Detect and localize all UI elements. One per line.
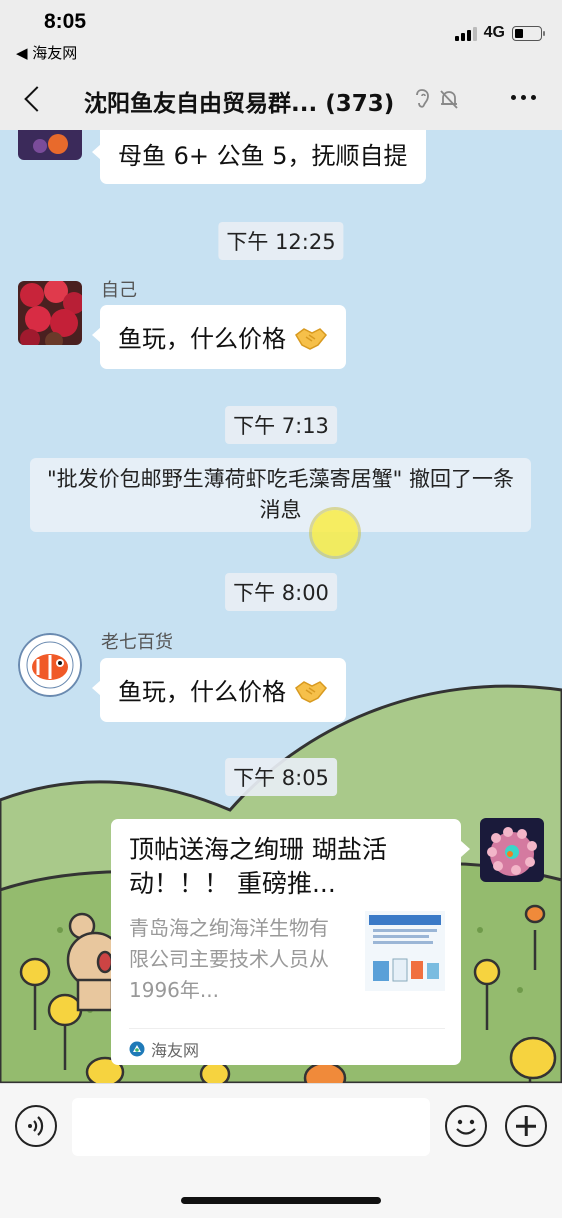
avatar[interactable] <box>18 130 82 160</box>
sender-name: 自己 <box>101 280 137 301</box>
top-bar: 8:05 ◀ 海友网 4G 沈阳鱼友自由贸易群... (373) <box>0 0 562 130</box>
message-bubble[interactable]: 母鱼 6+ 公鱼 5，抚顺自提 <box>92 130 426 184</box>
ear-icon <box>416 89 429 108</box>
timestamp: 下午 12:25 <box>218 222 344 260</box>
card-source-name: 海友网 <box>151 1041 200 1060</box>
back-button[interactable] <box>20 82 50 118</box>
avatar[interactable] <box>18 281 82 345</box>
status-time: 8:05 <box>44 10 87 33</box>
handshake-emoji-icon <box>294 328 327 350</box>
timestamp: 下午 7:13 <box>225 406 337 444</box>
card-tail <box>461 841 470 857</box>
chat-area[interactable]: 母鱼 6+ 公鱼 5，抚顺自提 下午 12:25 自己 鱼玩，什么价格 下午 7… <box>0 130 562 1083</box>
source-logo-icon <box>129 1041 145 1057</box>
handshake-emoji-icon <box>294 681 327 703</box>
voice-input-button[interactable] <box>15 1105 57 1147</box>
network-type: 4G <box>483 24 505 41</box>
timestamp: 下午 8:00 <box>225 573 337 611</box>
touch-indicator <box>312 510 358 556</box>
mute-bell-icon <box>440 90 458 109</box>
status-indicators: 4G <box>454 24 545 42</box>
home-indicator <box>181 1197 381 1204</box>
avatar[interactable] <box>18 633 82 697</box>
more-functions-button[interactable] <box>505 1105 547 1147</box>
smiley-icon <box>456 1119 476 1135</box>
recall-notice: "批发价包邮野生薄荷虾吃毛藻寄居蟹" 撤回了一条消息 <box>30 458 531 532</box>
chat-title: 沈阳鱼友自由贸易群... (373) <box>84 91 395 117</box>
title-status-icons <box>414 88 460 110</box>
voice-icon <box>28 1116 44 1136</box>
back-to-app-link[interactable]: ◀ 海友网 <box>16 42 77 63</box>
card-divider <box>129 1028 445 1029</box>
link-card[interactable]: 顶帖送海之绚珊 瑚盐活动！！！ 重磅推... 青岛海之绚海洋生物有限公司主要技术… <box>111 819 461 1065</box>
avatar[interactable] <box>480 818 544 882</box>
sender-name: 老七百货 <box>101 632 173 653</box>
message-bubble[interactable]: 鱼玩，什么价格 <box>92 305 346 369</box>
timestamp: 下午 8:05 <box>225 758 337 796</box>
card-source: 海友网 <box>129 1037 199 1061</box>
signal-icon <box>454 25 477 41</box>
emoji-button[interactable] <box>445 1105 487 1147</box>
message-input[interactable] <box>72 1098 430 1156</box>
message-text: 鱼玩，什么价格 <box>118 325 286 353</box>
message-bubble[interactable]: 鱼玩，什么价格 <box>92 658 346 722</box>
card-title: 顶帖送海之绚珊 瑚盐活动！！！ 重磅推... <box>129 835 387 898</box>
message-text: 母鱼 6+ 公鱼 5，抚顺自提 <box>118 142 408 170</box>
more-icon[interactable] <box>511 95 536 100</box>
card-thumbnail <box>365 911 445 991</box>
message-text: 鱼玩，什么价格 <box>118 678 286 706</box>
card-description: 青岛海之绚海洋生物有限公司主要技术人员从1996年... <box>129 916 329 1002</box>
battery-icon <box>512 25 545 41</box>
